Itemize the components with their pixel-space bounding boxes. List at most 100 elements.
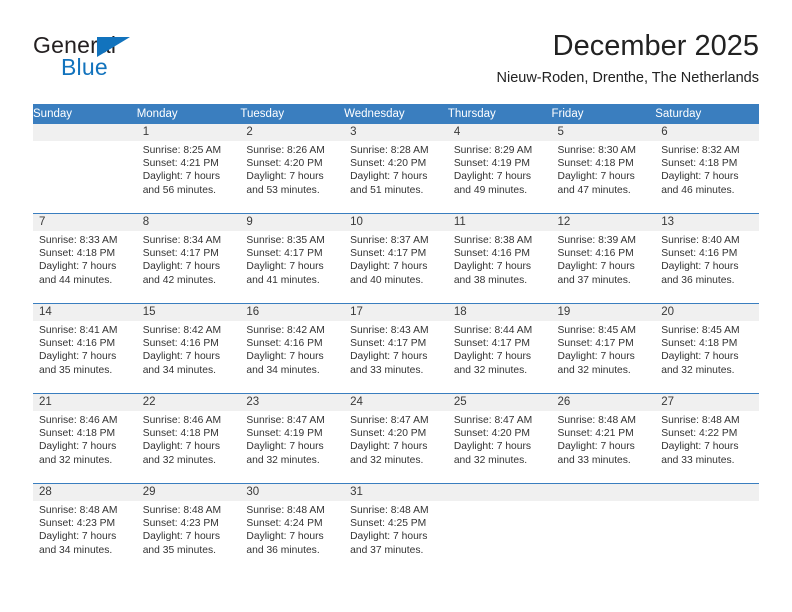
daylight-text-line1: Daylight: 7 hours (142, 171, 220, 183)
day-cell[interactable]: 1 Sunrise: 8:25 AM Sunset: 4:21 PM Daylight… (136, 124, 241, 214)
day-number: 25 (447, 394, 552, 411)
day-cell[interactable] (655, 483, 759, 573)
daylight-text-line2: and 35 minutes. (142, 544, 216, 556)
day-cell[interactable]: 23 Sunrise: 8:47 AM Sunset: 4:19 PM Dayligh… (240, 393, 345, 484)
day-cell[interactable]: 3 Sunrise: 8:28 AM Sunset: 4:20 PM Daylight… (344, 124, 448, 214)
sunrise-text: Sunrise: 8:48 AM (39, 505, 118, 516)
day-number: 12 (551, 214, 656, 231)
day-cell[interactable]: 18 Sunrise: 8:44 AM Sunset: 4:17 PM Dayligh… (447, 303, 552, 394)
day-cell[interactable]: 26 Sunrise: 8:48 AM Sunset: 4:21 PM Dayligh… (551, 393, 656, 484)
day-cell[interactable]: 17 Sunrise: 8:43 AM Sunset: 4:17 PM Dayligh… (344, 303, 448, 394)
day-details (448, 501, 552, 504)
daylight-text-line1: Daylight: 7 hours (557, 171, 635, 183)
brand-name-blue: Blue (61, 54, 108, 80)
sunrise-text: Sunrise: 8:45 AM (557, 325, 636, 336)
day-details: Sunrise: 8:41 AM Sunset: 4:16 PM Daylight:… (33, 321, 137, 377)
day-cell[interactable]: 25 Sunrise: 8:47 AM Sunset: 4:20 PM Dayligh… (447, 393, 552, 484)
day-cell[interactable]: 30 Sunrise: 8:48 AM Sunset: 4:24 PM Dayligh… (240, 483, 345, 573)
daylight-text-line1: Daylight: 7 hours (246, 441, 324, 453)
day-number: 13 (655, 214, 759, 231)
sunset-text: Sunset: 4:17 PM (142, 248, 219, 260)
day-details: Sunrise: 8:42 AM Sunset: 4:16 PM Daylight:… (240, 321, 344, 377)
daylight-text-line1: Daylight: 7 hours (557, 351, 635, 363)
sunrise-text: Sunrise: 8:45 AM (661, 325, 740, 336)
day-cell[interactable]: 11 Sunrise: 8:38 AM Sunset: 4:16 PM Dayligh… (447, 213, 552, 304)
day-cell[interactable] (447, 483, 552, 573)
day-details: Sunrise: 8:45 AM Sunset: 4:18 PM Daylight:… (655, 321, 759, 377)
day-cell[interactable]: 16 Sunrise: 8:42 AM Sunset: 4:16 PM Dayligh… (240, 303, 345, 394)
day-number: 15 (136, 304, 241, 321)
day-number: 16 (240, 304, 345, 321)
daylight-text-line2: and 32 minutes. (453, 364, 528, 376)
sunrise-text: Sunrise: 8:37 AM (350, 235, 429, 246)
day-cell[interactable]: 10 Sunrise: 8:37 AM Sunset: 4:17 PM Dayligh… (344, 213, 448, 304)
day-number: 5 (551, 124, 656, 141)
day-cell[interactable]: 21 Sunrise: 8:46 AM Sunset: 4:18 PM Dayligh… (33, 393, 137, 484)
day-cell[interactable]: 28 Sunrise: 8:48 AM Sunset: 4:23 PM Dayligh… (33, 483, 137, 573)
week-row: 1 Sunrise: 8:25 AM Sunset: 4:21 PM Daylight… (33, 124, 759, 214)
sunset-text: Sunset: 4:25 PM (350, 518, 427, 530)
day-cell[interactable]: 29 Sunrise: 8:48 AM Sunset: 4:23 PM Dayligh… (136, 483, 241, 573)
day-cell[interactable]: 7 Sunrise: 8:33 AM Sunset: 4:18 PM Daylight… (33, 213, 137, 304)
day-details: Sunrise: 8:37 AM Sunset: 4:17 PM Daylight:… (344, 231, 448, 287)
calendar-page: General Blue December 2025 Nieuw-Roden, … (0, 0, 792, 612)
sunrise-text: Sunrise: 8:32 AM (661, 145, 740, 156)
sunset-text: Sunset: 4:22 PM (661, 428, 738, 440)
day-cell[interactable]: 22 Sunrise: 8:46 AM Sunset: 4:18 PM Dayligh… (136, 393, 241, 484)
day-cell[interactable]: 31 Sunrise: 8:48 AM Sunset: 4:25 PM Dayligh… (344, 483, 448, 573)
daylight-text-line2: and 32 minutes. (39, 454, 113, 466)
day-cell[interactable]: 5 Sunrise: 8:30 AM Sunset: 4:18 PM Daylight… (551, 124, 656, 214)
day-details: Sunrise: 8:29 AM Sunset: 4:19 PM Daylight:… (448, 141, 552, 197)
sunrise-text: Sunrise: 8:46 AM (142, 415, 222, 426)
day-cell[interactable] (33, 124, 137, 214)
sunset-text: Sunset: 4:21 PM (142, 158, 219, 170)
brand-logo[interactable]: General Blue (33, 32, 263, 88)
sunset-text: Sunset: 4:20 PM (350, 158, 427, 170)
day-cell[interactable]: 24 Sunrise: 8:47 AM Sunset: 4:20 PM Dayligh… (344, 393, 448, 484)
day-cell[interactable]: 15 Sunrise: 8:42 AM Sunset: 4:16 PM Dayligh… (136, 303, 241, 394)
day-cell[interactable]: 8 Sunrise: 8:34 AM Sunset: 4:17 PM Daylight… (136, 213, 241, 304)
day-cell[interactable]: 20 Sunrise: 8:45 AM Sunset: 4:18 PM Dayligh… (655, 303, 759, 394)
day-cell[interactable]: 2 Sunrise: 8:26 AM Sunset: 4:20 PM Daylight… (240, 124, 345, 214)
sunrise-text: Sunrise: 8:29 AM (453, 145, 533, 156)
sunset-text: Sunset: 4:16 PM (39, 338, 116, 350)
day-details: Sunrise: 8:32 AM Sunset: 4:18 PM Daylight:… (655, 141, 759, 197)
sunset-text: Sunset: 4:18 PM (661, 338, 738, 350)
day-cell[interactable]: 4 Sunrise: 8:29 AM Sunset: 4:19 PM Daylight… (447, 124, 552, 214)
daylight-text-line2: and 34 minutes. (39, 544, 113, 556)
sunset-text: Sunset: 4:16 PM (246, 338, 323, 350)
sunrise-text: Sunrise: 8:47 AM (350, 415, 429, 426)
daylight-text-line2: and 38 minutes. (453, 274, 528, 286)
day-details: Sunrise: 8:47 AM Sunset: 4:19 PM Daylight:… (240, 411, 344, 467)
day-cell[interactable]: 12 Sunrise: 8:39 AM Sunset: 4:16 PM Dayligh… (551, 213, 656, 304)
day-number: 30 (240, 484, 345, 501)
day-details: Sunrise: 8:44 AM Sunset: 4:17 PM Daylight:… (448, 321, 552, 377)
day-details: Sunrise: 8:48 AM Sunset: 4:23 PM Daylight:… (33, 501, 137, 557)
day-cell[interactable] (551, 483, 656, 573)
day-details: Sunrise: 8:48 AM Sunset: 4:22 PM Daylight:… (655, 411, 759, 467)
daylight-text-line1: Daylight: 7 hours (453, 261, 532, 273)
daylight-text-line2: and 32 minutes. (246, 454, 320, 466)
day-details: Sunrise: 8:48 AM Sunset: 4:24 PM Daylight:… (240, 501, 344, 557)
sunset-text: Sunset: 4:18 PM (557, 158, 634, 170)
day-cell[interactable]: 14 Sunrise: 8:41 AM Sunset: 4:16 PM Dayligh… (33, 303, 137, 394)
day-details: Sunrise: 8:39 AM Sunset: 4:16 PM Daylight:… (552, 231, 656, 287)
daylight-text-line1: Daylight: 7 hours (453, 351, 532, 363)
day-number: 1 (136, 124, 241, 141)
day-details: Sunrise: 8:25 AM Sunset: 4:21 PM Daylight:… (137, 141, 241, 197)
sunrise-text: Sunrise: 8:34 AM (142, 235, 222, 246)
day-cell[interactable]: 13 Sunrise: 8:40 AM Sunset: 4:16 PM Dayligh… (655, 213, 759, 304)
daylight-text-line2: and 33 minutes. (557, 454, 631, 466)
day-cell[interactable]: 6 Sunrise: 8:32 AM Sunset: 4:18 PM Daylight… (655, 124, 759, 214)
location-subtitle: Nieuw-Roden, Drenthe, The Netherlands (496, 70, 760, 86)
day-cell[interactable]: 27 Sunrise: 8:48 AM Sunset: 4:22 PM Dayligh… (655, 393, 759, 484)
day-cell[interactable]: 19 Sunrise: 8:45 AM Sunset: 4:17 PM Dayligh… (551, 303, 656, 394)
day-cell[interactable]: 9 Sunrise: 8:35 AM Sunset: 4:17 PM Daylight… (240, 213, 345, 304)
daylight-text-line2: and 33 minutes. (661, 454, 735, 466)
day-number: 19 (551, 304, 656, 321)
sunset-text: Sunset: 4:20 PM (453, 428, 530, 440)
sunset-text: Sunset: 4:17 PM (557, 338, 634, 350)
daylight-text-line2: and 33 minutes. (350, 364, 424, 376)
sunrise-text: Sunrise: 8:48 AM (350, 505, 429, 516)
day-number: 23 (240, 394, 345, 411)
